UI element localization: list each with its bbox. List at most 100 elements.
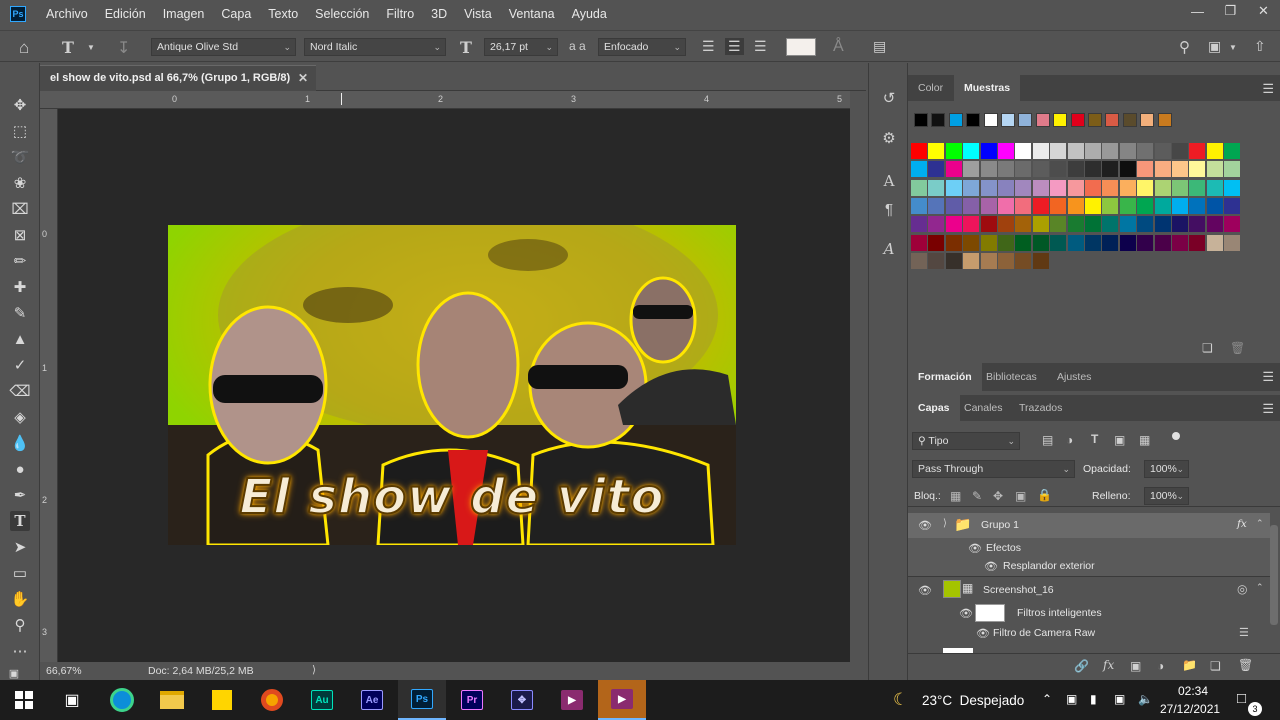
- filter-adjustment-icon[interactable]: ◑: [1066, 433, 1073, 447]
- properties-panel-icon[interactable]: ⚙: [879, 128, 899, 148]
- color-swatch[interactable]: [1102, 161, 1119, 178]
- font-size-select[interactable]: 26,17 pt ⌄: [484, 38, 558, 56]
- add-mask-icon[interactable]: ▣: [1130, 659, 1141, 673]
- color-swatch[interactable]: [1032, 252, 1049, 269]
- color-swatch[interactable]: [1085, 197, 1101, 214]
- color-swatch[interactable]: [1032, 234, 1049, 251]
- color-swatch[interactable]: [1102, 216, 1119, 233]
- color-swatch[interactable]: [945, 216, 962, 233]
- volume-icon[interactable]: 🔈: [1138, 692, 1153, 706]
- layers-scrollbar[interactable]: [1270, 525, 1278, 625]
- color-swatch[interactable]: [928, 216, 945, 233]
- color-swatch[interactable]: [1154, 143, 1171, 159]
- history-panel-icon[interactable]: ↺: [879, 88, 899, 108]
- after-effects-icon[interactable]: Ae: [348, 680, 396, 720]
- add-style-icon[interactable]: fx: [1103, 658, 1114, 672]
- color-swatch[interactable]: [1102, 197, 1119, 214]
- color-swatch[interactable]: [945, 197, 962, 214]
- windows-start-icon[interactable]: [0, 680, 48, 720]
- menu-imagen[interactable]: Imagen: [163, 7, 205, 21]
- color-swatch[interactable]: [945, 179, 962, 196]
- trash-icon[interactable]: 🗑: [1230, 341, 1245, 355]
- recent-swatch[interactable]: [1035, 113, 1050, 127]
- color-swatch[interactable]: [963, 143, 980, 159]
- meet-2-icon[interactable]: ▶: [598, 680, 646, 720]
- color-swatch[interactable]: [1067, 197, 1084, 214]
- menu-ventana[interactable]: Ventana: [509, 7, 555, 21]
- color-swatch[interactable]: [1189, 197, 1206, 214]
- recent-swatch[interactable]: [1157, 113, 1172, 127]
- battery-icon[interactable]: ▮: [1090, 692, 1097, 706]
- color-swatch[interactable]: [1119, 197, 1136, 214]
- color-swatch[interactable]: [1015, 179, 1032, 196]
- color-swatch[interactable]: [1137, 197, 1154, 214]
- file-explorer-icon[interactable]: [148, 680, 196, 720]
- color-swatch[interactable]: [1154, 234, 1171, 251]
- color-swatch[interactable]: [1189, 143, 1206, 159]
- color-swatch[interactable]: [1015, 234, 1032, 251]
- recent-swatch[interactable]: [1018, 113, 1033, 127]
- color-swatch[interactable]: [1119, 179, 1136, 196]
- color-swatch[interactable]: [1032, 161, 1049, 178]
- color-swatch[interactable]: [928, 252, 945, 269]
- clone-stamp-tool-icon[interactable]: ▲: [10, 329, 30, 349]
- align-center-icon[interactable]: ☰: [725, 38, 744, 55]
- color-swatch[interactable]: [1172, 143, 1188, 159]
- marquee-tool-icon[interactable]: ⬚: [10, 121, 30, 141]
- color-swatch[interactable]: [911, 161, 927, 178]
- color-swatch[interactable]: [945, 143, 962, 159]
- paragraph-panel-icon[interactable]: ¶: [879, 199, 899, 219]
- lock-transparent-icon[interactable]: ▦: [950, 489, 961, 503]
- align-right-icon[interactable]: ☰: [754, 38, 767, 55]
- minimize-icon[interactable]: —: [1181, 0, 1214, 22]
- color-swatch[interactable]: [928, 161, 945, 178]
- color-swatch[interactable]: [1137, 216, 1154, 233]
- color-swatch[interactable]: [1067, 143, 1084, 159]
- color-swatch[interactable]: [1119, 216, 1136, 233]
- layer-row-screenshot-16[interactable]: 👁 ▦ Screenshot_16 ◎ ⌃: [908, 577, 1270, 603]
- layer-name[interactable]: Grupo 1: [981, 519, 1019, 531]
- font-style-select[interactable]: Nord Italic ⌄: [304, 38, 446, 56]
- recent-swatch[interactable]: [931, 113, 946, 127]
- color-swatch[interactable]: [1085, 216, 1101, 233]
- lock-position-icon[interactable]: ✥: [993, 489, 1003, 503]
- tab-canales[interactable]: Canales: [954, 395, 1013, 421]
- lock-pixels-icon[interactable]: ✎: [972, 489, 982, 503]
- color-swatch[interactable]: [998, 161, 1014, 178]
- color-swatch[interactable]: [945, 252, 962, 269]
- filter-row[interactable]: 👁 Filtro de Camera Raw ☰: [908, 623, 1270, 643]
- color-swatch[interactable]: [1050, 161, 1067, 178]
- menu-ayuda[interactable]: Ayuda: [572, 7, 607, 21]
- color-swatch[interactable]: [1206, 197, 1223, 214]
- visibility-eye-icon[interactable]: 👁: [959, 607, 973, 620]
- menu-capa[interactable]: Capa: [221, 7, 251, 21]
- panel-menu-icon[interactable]: ☰: [1262, 369, 1274, 385]
- recent-swatch[interactable]: [983, 113, 998, 127]
- color-swatch[interactable]: [980, 252, 997, 269]
- menu-vista[interactable]: Vista: [464, 7, 492, 21]
- color-swatch[interactable]: [911, 143, 927, 159]
- color-swatch[interactable]: [1224, 179, 1241, 196]
- color-swatch[interactable]: [1206, 234, 1223, 251]
- color-swatch[interactable]: [980, 161, 997, 178]
- color-swatch[interactable]: [1015, 216, 1032, 233]
- color-swatch[interactable]: [980, 143, 997, 159]
- clock-date[interactable]: 27/12/2021: [1160, 702, 1220, 716]
- color-swatch[interactable]: [980, 216, 997, 233]
- text-color-swatch[interactable]: [786, 38, 816, 56]
- type-tool-preset-icon[interactable]: T: [62, 38, 74, 57]
- color-swatch[interactable]: [1172, 234, 1188, 251]
- zoom-level[interactable]: 66,67%: [46, 665, 82, 677]
- visibility-eye-icon[interactable]: 👁: [918, 584, 932, 597]
- weather-moon-icon[interactable]: ☾: [893, 690, 908, 710]
- color-swatch[interactable]: [1067, 179, 1084, 196]
- chrome-canary-icon[interactable]: [248, 680, 296, 720]
- visibility-eye-icon[interactable]: 👁: [984, 560, 998, 573]
- color-swatch[interactable]: [980, 197, 997, 214]
- color-swatch[interactable]: [963, 252, 980, 269]
- glyphs-panel-icon[interactable]: A: [879, 239, 899, 259]
- pen-tool-icon[interactable]: ✒: [10, 485, 30, 505]
- clock-time[interactable]: 02:34: [1178, 684, 1208, 698]
- filter-toggle-icon[interactable]: [1172, 432, 1180, 440]
- home-icon[interactable]: ⌂: [19, 38, 29, 58]
